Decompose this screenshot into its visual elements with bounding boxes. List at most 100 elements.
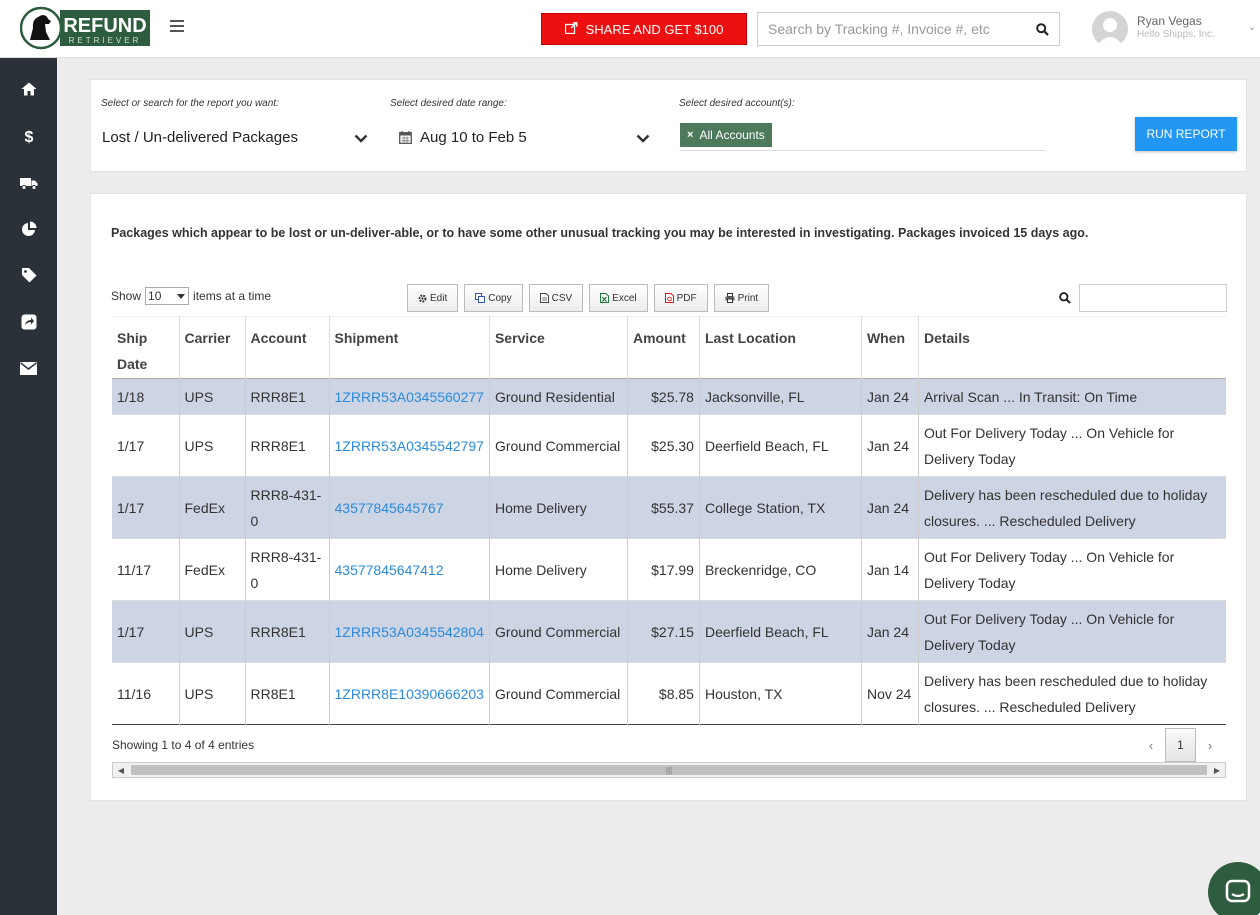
user-organization: Hello Shipps, Inc. [1137, 29, 1215, 40]
cell-account: RRR8E1 [245, 600, 330, 663]
chat-bubble-icon [1225, 879, 1251, 903]
chevron-down-icon: ⌄ [1248, 22, 1257, 33]
chevron-down-icon [636, 130, 650, 147]
table-row[interactable]: 11/17 FedEx RRR8-431-0 43577845647412 Ho… [112, 538, 1226, 601]
cell-shipment: 1ZRRR53A0345542797 [329, 414, 490, 477]
column-header-amount[interactable]: Amount [627, 316, 700, 379]
cell-ship-date: 1/18 [112, 378, 180, 415]
user-menu[interactable]: Ryan Vegas Hello Shipps, Inc. ⌄ [1092, 10, 1260, 48]
copy-button[interactable]: Copy [464, 284, 523, 312]
svg-text:RETRIEVER: RETRIEVER [69, 36, 142, 45]
cell-account: RRR8E1 [245, 378, 330, 415]
truck-icon [19, 177, 37, 190]
horizontal-scrollbar[interactable]: ◀ ||| ▶ [112, 762, 1226, 778]
sidebar-item-shipments[interactable] [0, 163, 57, 203]
cell-amount: $27.15 [627, 600, 700, 663]
shipment-link[interactable]: 1ZRRR53A0345560277 [335, 389, 484, 405]
pdf-file-icon [664, 293, 674, 303]
edit-button-label: Edit [430, 292, 448, 304]
shipment-link[interactable]: 43577845645767 [335, 500, 444, 516]
cell-service: Ground Commercial [489, 662, 628, 725]
shipment-link[interactable]: 1ZRRR8E10390666203 [335, 686, 484, 702]
menu-toggle-icon[interactable] [170, 20, 184, 34]
cell-ship-date: 1/17 [112, 476, 180, 539]
date-range-select[interactable]: Aug 10 to Feb 5 [399, 122, 650, 152]
cell-last-location: Deerfield Beach, FL [699, 600, 862, 663]
account-select[interactable]: × All Accounts [680, 122, 1045, 151]
cell-shipment: 43577845645767 [329, 476, 490, 539]
column-header-service[interactable]: Service [489, 316, 628, 379]
table-row[interactable]: 11/16 UPS RR8E1 1ZRRR8E10390666203 Groun… [112, 662, 1226, 725]
table-row[interactable]: 1/17 UPS RRR8E1 1ZRRR53A0345542804 Groun… [112, 600, 1226, 663]
run-report-button[interactable]: RUN REPORT [1135, 117, 1237, 151]
report-select-value: Lost / Un-delivered Packages [102, 128, 298, 146]
edit-button[interactable]: Edit [407, 284, 459, 312]
table-search [1059, 284, 1227, 312]
tag-icon [21, 268, 36, 283]
account-select-label: Select desired account(s): [679, 98, 795, 109]
table-row[interactable]: 1/17 FedEx RRR8-431-0 43577845645767 Hom… [112, 476, 1226, 539]
excel-button-label: Excel [612, 292, 637, 304]
page-button-1[interactable]: 1 [1165, 728, 1196, 762]
share-button[interactable]: SHARE AND GET $100 [541, 13, 747, 45]
chat-launcher-button[interactable] [1208, 862, 1260, 915]
sidebar-item-refunds[interactable]: $ [0, 116, 57, 156]
global-search-input[interactable] [758, 13, 1025, 45]
column-header-details[interactable]: Details [918, 317, 1226, 379]
print-button-label: Print [737, 292, 759, 304]
cell-details: Delivery has been rescheduled due to hol… [923, 672, 1208, 715]
sidebar-item-share[interactable] [0, 302, 57, 342]
csv-button-label: CSV [551, 292, 573, 304]
table-row[interactable]: 1/18 UPS RRR8E1 1ZRRR53A0345560277 Groun… [112, 378, 1226, 415]
copy-button-label: Copy [488, 292, 512, 304]
excel-button[interactable]: Excel [589, 284, 648, 312]
page-length-control: Show 10 items at a time [111, 287, 271, 305]
cell-ship-date: 11/17 [112, 538, 180, 601]
refund-retriever-logo[interactable]: REFUND RETRIEVER [19, 6, 152, 50]
next-page-button[interactable]: › [1196, 728, 1224, 762]
pdf-button-label: PDF [676, 292, 697, 304]
column-header-last-location[interactable]: Last Location [699, 316, 862, 379]
column-header-carrier[interactable]: Carrier [179, 316, 246, 379]
column-header-when[interactable]: When [861, 316, 919, 379]
cell-carrier: UPS [179, 600, 246, 663]
scrollbar-thumb[interactable]: ||| [131, 765, 1207, 775]
previous-page-button[interactable]: ‹ [1137, 728, 1165, 762]
cell-when: Jan 24 [861, 414, 919, 477]
caret-down-icon [177, 293, 186, 299]
search-icon [1059, 292, 1071, 304]
share-icon [564, 21, 578, 37]
column-header-account[interactable]: Account [245, 316, 330, 379]
cell-account: RRR8-431-0 [245, 538, 330, 601]
show-label: Show [111, 289, 142, 303]
table-search-input[interactable] [1079, 284, 1227, 312]
scroll-left-arrow-icon[interactable]: ◀ [113, 763, 129, 777]
report-select[interactable]: Lost / Un-delivered Packages [102, 122, 368, 152]
sidebar-item-reports[interactable] [0, 209, 57, 249]
shipment-link[interactable]: 43577845647412 [335, 562, 444, 578]
sidebar-item-tags[interactable] [0, 255, 57, 295]
cell-service: Ground Commercial [489, 600, 628, 663]
remove-tag-icon[interactable]: × [687, 129, 693, 141]
account-tag[interactable]: × All Accounts [680, 123, 772, 147]
print-button[interactable]: Print [713, 284, 770, 312]
sidebar-item-messages[interactable] [0, 348, 57, 388]
share-button-label: SHARE AND GET $100 [585, 21, 724, 37]
column-header-ship-date[interactable]: Ship Date [112, 316, 180, 379]
svg-text:$: $ [24, 129, 33, 144]
shipment-link[interactable]: 1ZRRR53A0345542797 [335, 438, 484, 454]
sidebar-item-home[interactable] [0, 69, 57, 109]
shipment-link[interactable]: 1ZRRR53A0345542804 [335, 624, 484, 640]
column-header-shipment[interactable]: Shipment [329, 316, 490, 379]
search-icon[interactable] [1025, 22, 1059, 36]
page-length-select[interactable]: 10 [145, 287, 190, 305]
cell-carrier: UPS [179, 662, 246, 725]
csv-button[interactable]: CSV [528, 284, 584, 312]
cell-carrier: UPS [179, 378, 246, 415]
cell-service: Ground Commercial [489, 414, 628, 477]
table-export-buttons: Edit Copy CSV Excel PDF Print [407, 284, 770, 312]
table-row[interactable]: 1/17 UPS RRR8E1 1ZRRR53A0345542797 Groun… [112, 414, 1226, 477]
pdf-button[interactable]: PDF [653, 284, 708, 312]
scroll-right-arrow-icon[interactable]: ▶ [1209, 763, 1225, 777]
cell-when: Jan 24 [861, 600, 919, 663]
